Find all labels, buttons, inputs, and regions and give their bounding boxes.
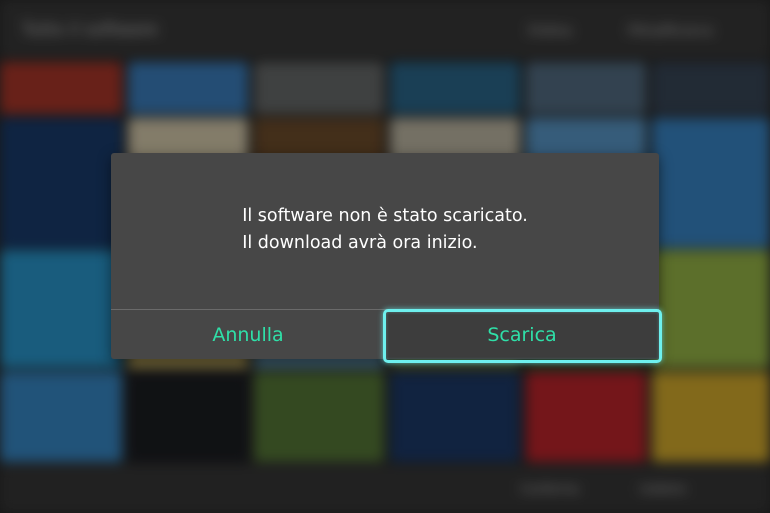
download-dialog: Il software non è stato scaricato. Il do… [111, 153, 659, 359]
dialog-message-block: Il software non è stato scaricato. Il do… [242, 203, 528, 257]
dialog-message-line-2: Il download avrà ora inizio. [242, 233, 478, 253]
download-button[interactable]: Scarica [385, 310, 659, 359]
dialog-message: Il software non è stato scaricato. Il do… [111, 203, 659, 257]
cancel-button[interactable]: Annulla [111, 310, 385, 359]
dialog-message-line-1: Il software non è stato scaricato. [242, 206, 528, 226]
